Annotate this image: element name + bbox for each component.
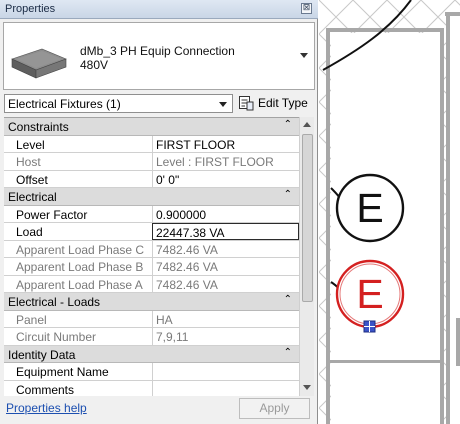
property-value: 22447.38 VA (156, 226, 225, 240)
property-name: Apparent Load Phase A (16, 277, 143, 292)
property-row-power-factor[interactable]: Power Factor 0.900000 (4, 205, 299, 223)
property-value-field[interactable]: 0.900000 (152, 205, 299, 223)
property-name: Power Factor (16, 207, 88, 222)
category-filter-value: Electrical Fixtures (1) (8, 97, 121, 111)
property-name: Level (16, 137, 45, 152)
property-row-level[interactable]: Level FIRST FLOOR (4, 135, 299, 153)
wall (326, 360, 444, 363)
type-name: 480V (80, 58, 109, 72)
group-name: Electrical (8, 190, 57, 204)
palette-footer: Properties help Apply (0, 396, 318, 424)
property-value: 7482.46 VA (156, 260, 218, 274)
property-row-offset[interactable]: Offset 0' 0" (4, 170, 299, 188)
collapse-icon[interactable]: ⌃ (284, 294, 292, 305)
property-value: 7,9,11 (156, 330, 189, 344)
edit-type-button[interactable]: Edit Type (238, 94, 314, 113)
property-row-circuit-number: Circuit Number 7,9,11 (4, 328, 299, 346)
group-name: Constraints (8, 120, 69, 134)
property-value: HA (156, 312, 173, 327)
edit-type-icon (239, 96, 254, 111)
property-name: Panel (16, 312, 47, 327)
property-name: Circuit Number (16, 330, 97, 344)
group-header-constraints[interactable]: Constraints ⌃ (4, 118, 299, 136)
property-value: FIRST FLOOR (156, 137, 236, 152)
palette-titlebar[interactable]: Properties ⊠ (0, 0, 318, 19)
collapse-icon[interactable]: ⌃ (284, 189, 292, 200)
group-header-electrical-loads[interactable]: Electrical - Loads ⌃ (4, 293, 299, 311)
property-row-host: Host Level : FIRST FLOOR (4, 153, 299, 171)
property-name: Equipment Name (16, 365, 109, 379)
selected-connection-symbol-label: E (356, 271, 384, 317)
property-value-field[interactable] (152, 380, 299, 396)
chevron-down-icon[interactable] (300, 53, 308, 58)
group-header-identity-data[interactable]: Identity Data ⌃ (4, 345, 299, 363)
property-row-equipment-name[interactable]: Equipment Name (4, 363, 299, 381)
type-selector[interactable]: dMb_3 PH Equip Connection 480V (3, 22, 315, 90)
property-name: Apparent Load Phase B (16, 260, 144, 274)
properties-palette: Properties ⊠ dMb_3 PH Equip Connection 4… (0, 0, 318, 424)
property-grid: Constraints ⌃ Level FIRST FLOOR Host Lev… (4, 117, 299, 396)
property-value-field: 7482.46 VA (152, 258, 299, 275)
scroll-down-icon[interactable] (303, 385, 311, 390)
property-value: 7482.46 VA (156, 277, 218, 292)
edit-type-label: Edit Type (258, 96, 308, 110)
family-name: dMb_3 PH Equip Connection (80, 44, 235, 58)
scroll-up-icon[interactable] (303, 122, 311, 127)
property-value: 7482.46 VA (156, 242, 218, 257)
wall (456, 318, 460, 366)
wall (326, 28, 330, 424)
wall (440, 28, 444, 424)
group-name: Identity Data (8, 347, 76, 362)
equipment-box-icon (11, 48, 67, 79)
property-value-field: 7482.46 VA (152, 240, 299, 258)
scrollbar-thumb[interactable] (302, 134, 313, 302)
property-row-apparent-load-phase-b: Apparent Load Phase B 7482.46 VA (4, 258, 299, 276)
property-row-apparent-load-phase-a: Apparent Load Phase A 7482.46 VA (4, 275, 299, 293)
group-name: Electrical - Loads (8, 295, 101, 309)
property-value-field[interactable]: 0' 0" (152, 170, 299, 188)
property-row-comments[interactable]: Comments (4, 380, 299, 397)
property-value-field[interactable]: FIRST FLOOR (152, 135, 299, 153)
property-value: 0.900000 (156, 207, 207, 222)
connection-symbol-label: E (356, 185, 384, 231)
collapse-icon[interactable]: ⌃ (284, 119, 292, 130)
property-row-apparent-load-phase-c: Apparent Load Phase C 7482.46 VA (4, 240, 299, 258)
property-value-field: Level : FIRST FLOOR (152, 153, 299, 170)
property-name: Apparent Load Phase C (16, 242, 145, 257)
property-grid-scrollbar[interactable] (299, 117, 314, 396)
property-value-field: 7482.46 VA (152, 275, 299, 293)
drawing-canvas[interactable]: E E (319, 0, 460, 424)
load-input[interactable]: 22447.38 VA (152, 223, 299, 240)
property-name: Host (16, 155, 41, 169)
property-row-panel: Panel HA (4, 310, 299, 328)
property-name: Load (16, 225, 43, 239)
apply-button[interactable]: Apply (239, 398, 310, 419)
property-value-field: 7,9,11 (152, 328, 299, 345)
property-value-field[interactable] (152, 363, 299, 380)
property-name: Comments (16, 382, 75, 397)
palette-title: Properties (5, 3, 56, 15)
chevron-down-icon (219, 102, 227, 107)
filter-row: Electrical Fixtures (1) Edit Type (0, 93, 318, 115)
property-value: 0' 0" (156, 172, 180, 187)
property-value-field: HA (152, 310, 299, 328)
properties-help-link[interactable]: Properties help (6, 401, 87, 415)
close-icon[interactable]: ⊠ (301, 3, 312, 14)
wall (446, 12, 450, 424)
property-value: Level : FIRST FLOOR (156, 155, 274, 169)
group-header-electrical[interactable]: Electrical ⌃ (4, 188, 299, 206)
collapse-icon[interactable]: ⌃ (284, 347, 292, 358)
category-filter-dropdown[interactable]: Electrical Fixtures (1) (4, 94, 233, 113)
property-row-load[interactable]: Load 22447.38 VA (4, 223, 299, 241)
property-name: Offset (16, 172, 48, 187)
